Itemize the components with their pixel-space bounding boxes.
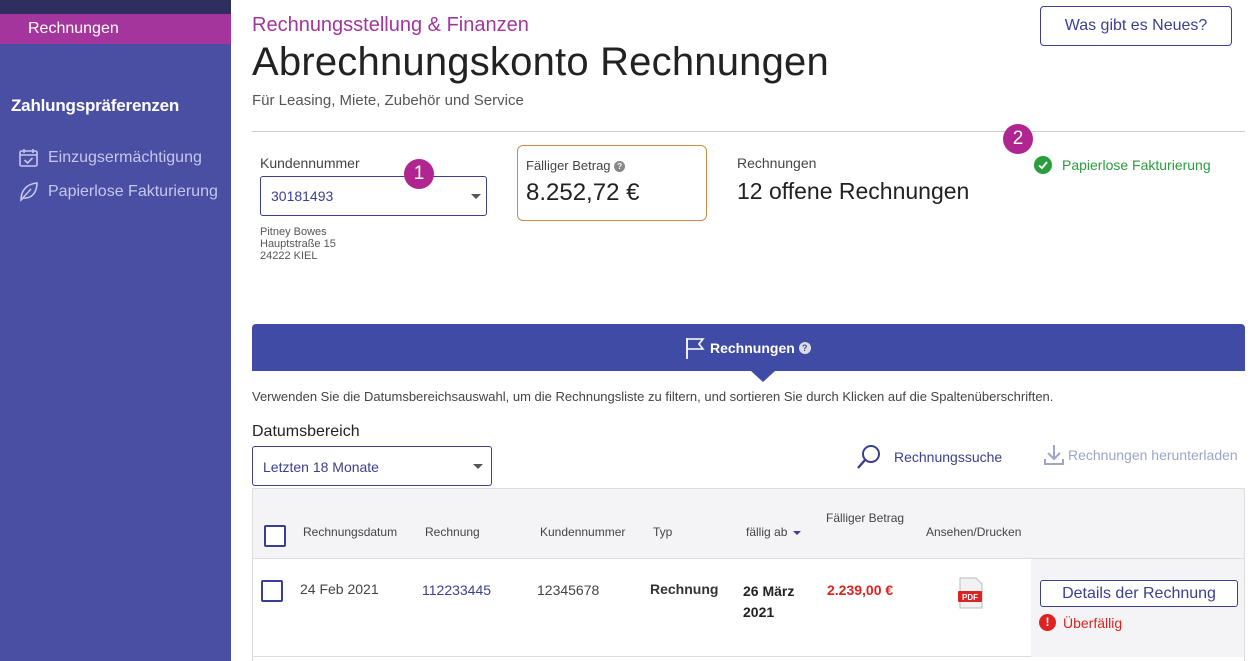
column-header-customer[interactable]: Kundennummer xyxy=(540,525,625,539)
paperless-status-label: Papierlose Fakturierung xyxy=(1062,157,1211,173)
download-icon xyxy=(1044,445,1064,465)
column-header-view: Ansehen/Drucken xyxy=(926,525,1022,539)
column-header-due[interactable]: fällig ab xyxy=(746,525,801,539)
invoice-table: Rechnungsdatum Rechnung Kundennummer Typ… xyxy=(252,488,1245,661)
overdue-status-label: Überfällig xyxy=(1063,614,1123,631)
chevron-down-icon xyxy=(473,464,483,469)
cell-due-date-line: 26 März xyxy=(743,583,795,599)
header-divider xyxy=(252,131,1245,132)
invoices-tab-band: Rechnungen ? xyxy=(252,324,1245,371)
sort-desc-icon xyxy=(792,530,801,535)
sidebar-item-einzugsermaechtigung[interactable]: Einzugsermächtigung xyxy=(18,147,202,168)
invoices-label: Rechnungen xyxy=(737,155,817,171)
page-title: Abrechnungskonto Rechnungen xyxy=(252,40,829,84)
page-subtitle: Für Leasing, Miete, Zubehör und Service xyxy=(252,92,524,109)
alert-icon: ! xyxy=(1039,614,1056,631)
pdf-icon[interactable]: PDF xyxy=(958,577,984,614)
invoice-search-link[interactable]: Rechnungssuche xyxy=(856,444,1002,470)
cell-invoice-link[interactable]: 112233445 xyxy=(422,582,491,598)
calendar-check-icon xyxy=(19,149,38,167)
overdue-status: ! Überfällig xyxy=(1039,614,1122,631)
sidebar-item-papierlose-fakturierung[interactable]: Papierlose Fakturierung xyxy=(18,181,218,202)
tab-pointer xyxy=(751,371,775,382)
sidebar-item-label: Papierlose Fakturierung xyxy=(48,182,218,200)
pdf-icon-label: PDF xyxy=(962,593,978,602)
table-header: Rechnungsdatum Rechnung Kundennummer Typ… xyxy=(253,489,1244,559)
column-header-due-label: fällig ab xyxy=(746,525,788,539)
check-circle-icon xyxy=(1034,156,1052,174)
address-line: 24222 KIEL xyxy=(260,250,318,262)
customer-number-value: 30181493 xyxy=(271,188,334,204)
cell-due-date: 26 März 2021 xyxy=(743,581,794,623)
filter-help-text: Verwenden Sie die Datumsbereichsauswahl,… xyxy=(252,389,1054,404)
due-amount-value: 8.252,72 € xyxy=(526,179,640,206)
cell-customer: 12345678 xyxy=(537,582,600,598)
column-header-date[interactable]: Rechnungsdatum xyxy=(303,525,397,539)
row-checkbox[interactable] xyxy=(261,580,283,602)
callout-badge-2: 2 xyxy=(1003,124,1033,154)
select-all-checkbox[interactable] xyxy=(264,525,286,547)
customer-number-select[interactable]: 30181493 xyxy=(260,176,487,216)
search-icon xyxy=(857,445,880,469)
column-header-invoice[interactable]: Rechnung xyxy=(425,525,480,539)
sidebar-item-label: Rechnungen xyxy=(28,20,119,37)
customer-address: Pitney Bowes Hauptstraße 15 24222 KIEL xyxy=(260,226,336,262)
download-invoices-label: Rechnungen herunterladen xyxy=(1068,447,1238,463)
date-range-value: Letzten 18 Monate xyxy=(263,459,379,475)
whats-new-button[interactable]: Was gibt es Neues? xyxy=(1040,6,1232,46)
help-icon[interactable]: ? xyxy=(798,342,811,354)
address-line: Hauptstraße 15 xyxy=(260,238,336,250)
download-invoices-link[interactable]: Rechnungen herunterladen xyxy=(1043,443,1238,467)
due-amount-label: Fälliger Betrag xyxy=(526,158,611,173)
paperless-status[interactable]: Papierlose Fakturierung xyxy=(1034,156,1211,174)
section-eyebrow: Rechnungsstellung & Finanzen xyxy=(252,14,529,36)
sidebar: Rechnungen Zahlungspräferenzen Einzugser… xyxy=(0,0,231,661)
address-line: Pitney Bowes xyxy=(260,226,327,238)
column-header-type[interactable]: Typ xyxy=(653,525,672,539)
table-row: 24 Feb 2021 112233445 12345678 Rechnung … xyxy=(253,559,1244,657)
cell-due-date-line: 2021 xyxy=(743,604,775,620)
date-range-label: Datumsbereich xyxy=(252,423,360,440)
customer-number-label: Kundennummer xyxy=(260,155,360,171)
due-amount-card: Fälliger Betrag ? 8.252,72 € xyxy=(517,145,707,221)
invoice-details-button[interactable]: Details der Rechnung xyxy=(1040,580,1238,607)
flag-icon xyxy=(686,338,705,359)
invoice-search-label: Rechnungssuche xyxy=(894,449,1003,465)
cell-date: 24 Feb 2021 xyxy=(300,581,379,597)
tab-rechnungen[interactable]: Rechnungen ? xyxy=(684,336,811,360)
due-amount-label-row: Fälliger Betrag ? xyxy=(526,158,626,173)
cell-type: Rechnung xyxy=(650,581,719,597)
sidebar-section-title: Zahlungspräferenzen xyxy=(11,96,180,115)
column-header-amount[interactable]: Fälliger Betrag xyxy=(826,511,904,525)
sidebar-item-rechnungen[interactable]: Rechnungen xyxy=(0,14,231,44)
date-range-select[interactable]: Letzten 18 Monate xyxy=(252,446,492,486)
help-icon[interactable]: ? xyxy=(614,161,626,173)
open-invoices-count: 12 offene Rechnungen xyxy=(737,178,970,204)
cell-amount: 2.239,00 € xyxy=(827,582,894,598)
chevron-down-icon xyxy=(471,194,481,199)
sidebar-item-label: Einzugsermächtigung xyxy=(48,148,202,166)
callout-badge-1: 1 xyxy=(404,159,434,189)
tab-label: Rechnungen xyxy=(710,340,795,356)
row-actions xyxy=(1031,559,1244,657)
leaf-icon xyxy=(20,182,38,202)
sidebar-top-strip xyxy=(0,0,231,14)
